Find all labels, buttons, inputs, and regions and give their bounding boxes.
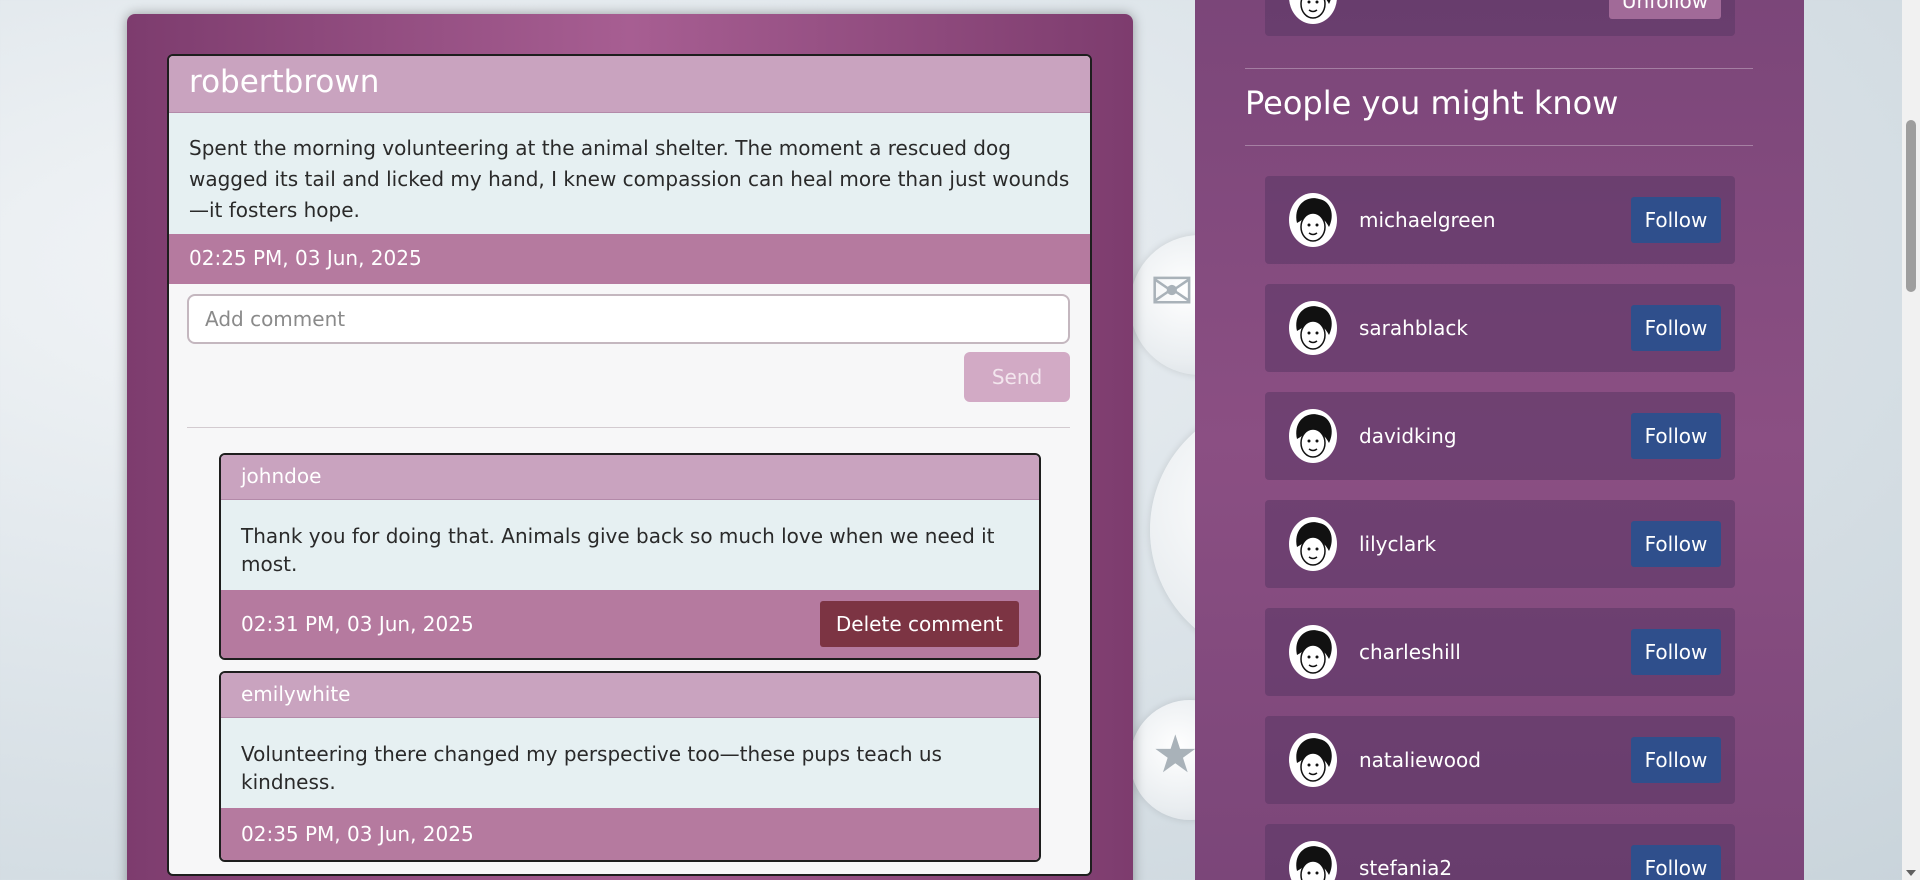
follow-button[interactable]: Follow <box>1631 305 1721 351</box>
mail-icon: ✉ <box>1150 262 1194 322</box>
person-name[interactable]: michaelgreen <box>1359 208 1496 232</box>
person-name[interactable]: davidking <box>1359 424 1457 448</box>
avatar-icon <box>1289 0 1337 24</box>
avatar-icon <box>1289 733 1337 787</box>
person-item: charleshill Follow <box>1265 608 1735 696</box>
person-item: davidking Follow <box>1265 392 1735 480</box>
section-title: People you might know <box>1245 84 1619 122</box>
following-item: emilywhite Unfollow <box>1265 0 1735 36</box>
comment-input[interactable] <box>187 294 1070 344</box>
divider <box>1245 145 1753 146</box>
person-name[interactable]: lilyclark <box>1359 532 1436 556</box>
person-item: michaelgreen Follow <box>1265 176 1735 264</box>
person-item: stefania2 Follow <box>1265 824 1735 880</box>
avatar-icon <box>1289 301 1337 355</box>
person-name[interactable]: sarahblack <box>1359 316 1468 340</box>
comment-card: emilywhite Volunteering there changed my… <box>219 671 1041 862</box>
post-card: robertbrown Spent the morning volunteeri… <box>167 54 1092 876</box>
star-icon: ★ <box>1152 725 1199 785</box>
person-item: nataliewood Follow <box>1265 716 1735 804</box>
unfollow-button[interactable]: Unfollow <box>1609 0 1721 19</box>
post-author[interactable]: robertbrown <box>189 64 379 100</box>
avatar-icon <box>1289 409 1337 463</box>
comment-timestamp: 02:31 PM, 03 Jun, 2025 <box>241 612 474 636</box>
scrollbar-thumb[interactable] <box>1906 120 1916 292</box>
scrollbar[interactable] <box>1902 0 1920 880</box>
scroll-down-arrow-icon[interactable] <box>1906 870 1916 876</box>
comment-footer: 02:31 PM, 03 Jun, 2025 Delete comment <box>221 590 1039 658</box>
person-item: sarahblack Follow <box>1265 284 1735 372</box>
person-name[interactable]: stefania2 <box>1359 856 1452 880</box>
comment-footer: 02:35 PM, 03 Jun, 2025 <box>221 808 1039 860</box>
follow-button[interactable]: Follow <box>1631 197 1721 243</box>
avatar-icon <box>1289 193 1337 247</box>
avatar-icon <box>1289 625 1337 679</box>
follow-button[interactable]: Follow <box>1631 737 1721 783</box>
comment-author[interactable]: emilywhite <box>221 673 1039 718</box>
post-timestamp: 02:25 PM, 03 Jun, 2025 <box>169 234 1090 284</box>
follow-button[interactable]: Follow <box>1631 629 1721 675</box>
delete-comment-button[interactable]: Delete comment <box>819 601 1019 647</box>
divider <box>187 427 1070 428</box>
comment-body: Thank you for doing that. Animals give b… <box>241 524 995 576</box>
avatar-icon <box>1289 841 1337 880</box>
feed-panel: robertbrown Spent the morning volunteeri… <box>127 14 1133 880</box>
person-name[interactable]: nataliewood <box>1359 748 1481 772</box>
person-name[interactable]: charleshill <box>1359 640 1461 664</box>
comment-author[interactable]: johndoe <box>221 455 1039 500</box>
post-body: Spent the morning volunteering at the an… <box>169 113 1090 234</box>
sidebar: emilywhite Unfollow People you might kno… <box>1195 0 1804 880</box>
follow-button[interactable]: Follow <box>1631 521 1721 567</box>
divider <box>1245 68 1753 69</box>
comment-card: johndoe Thank you for doing that. Animal… <box>219 453 1041 660</box>
person-item: lilyclark Follow <box>1265 500 1735 588</box>
follow-button[interactable]: Follow <box>1631 413 1721 459</box>
follow-button[interactable]: Follow <box>1631 845 1721 880</box>
comment-timestamp: 02:35 PM, 03 Jun, 2025 <box>241 822 474 846</box>
comment-body: Volunteering there changed my perspectiv… <box>241 742 942 794</box>
send-button[interactable]: Send <box>964 352 1070 402</box>
post-header: robertbrown <box>169 56 1090 113</box>
avatar-icon <box>1289 517 1337 571</box>
